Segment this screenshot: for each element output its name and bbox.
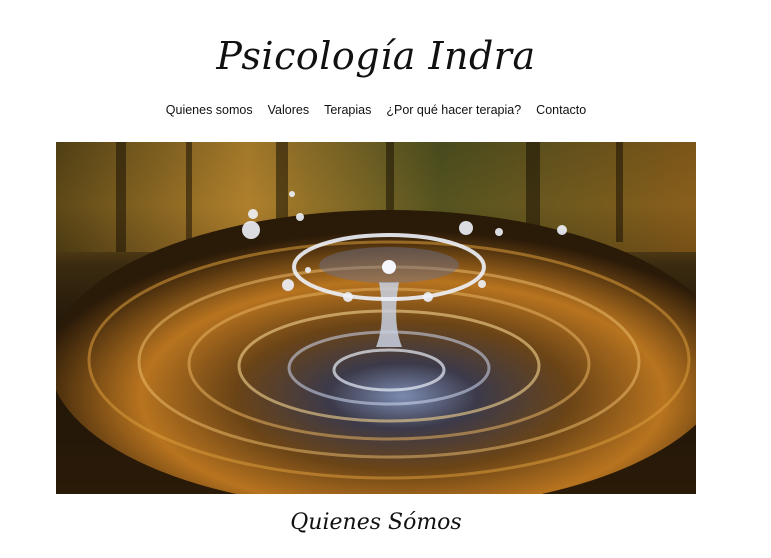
section-title-quienes-somos: Quienes Sómos xyxy=(290,510,462,535)
nav-item-terapias[interactable]: Terapias xyxy=(324,103,371,117)
hero-image xyxy=(56,142,696,494)
nav-item-contacto[interactable]: Contacto xyxy=(536,103,586,117)
nav-item-quienes-somos[interactable]: Quienes somos xyxy=(166,103,253,117)
nav-item-por-que-hacer-terapia[interactable]: ¿Por qué hacer terapia? xyxy=(386,103,521,117)
nav-item-valores[interactable]: Valores xyxy=(268,103,309,117)
water-drop-photo xyxy=(56,142,696,494)
main-nav: Quienes somos Valores Terapias ¿Por qué … xyxy=(0,103,752,117)
site-title[interactable]: Psicología Indra xyxy=(0,34,752,78)
